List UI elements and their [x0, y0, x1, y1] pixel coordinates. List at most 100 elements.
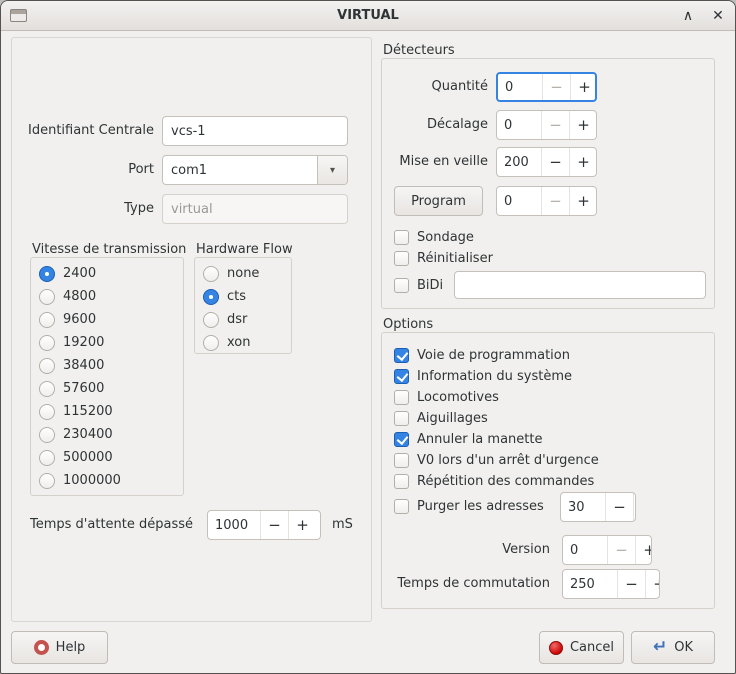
option-checkbox-row[interactable]: Annuler la manette — [382, 429, 542, 450]
minus-icon[interactable]: − — [541, 187, 569, 215]
hardware-flow-group-title: Hardware Flow — [196, 242, 293, 257]
identifiant-label: Identifiant Centrale — [12, 116, 154, 146]
minus-icon[interactable]: − — [260, 511, 288, 539]
commutation-value[interactable]: 250 — [563, 570, 617, 598]
close-button[interactable]: ✕ — [709, 8, 727, 24]
minus-icon[interactable]: − — [541, 148, 569, 176]
purger-value[interactable]: 30 — [561, 493, 605, 521]
hardware-flow-radio-option[interactable]: none — [195, 262, 291, 285]
port-label: Port — [12, 155, 154, 185]
checkbox-icon — [394, 278, 409, 293]
purger-spinbutton: 30 − + — [560, 492, 636, 522]
purger-checkbox[interactable]: Purger les adresses — [382, 496, 544, 517]
vitesse-group: Vitesse de transmission 2400 4800 9600 1… — [30, 242, 184, 496]
vitesse-radio-option[interactable]: 4800 — [31, 285, 183, 308]
help-icon — [34, 640, 49, 655]
options-group-title: Options — [383, 317, 433, 332]
decalage-value[interactable]: 0 — [497, 111, 541, 139]
cancel-button[interactable]: Cancel — [539, 631, 624, 664]
checkbox-label: Réinitialiser — [417, 251, 493, 266]
plus-icon[interactable]: + — [645, 570, 660, 598]
vitesse-radio-option[interactable]: 57600 — [31, 377, 183, 400]
plus-icon[interactable]: + — [569, 148, 597, 176]
commutation-spinbutton: 250 − + — [562, 569, 660, 599]
timeout-unit-label: mS — [332, 510, 368, 540]
cancel-icon — [549, 641, 563, 655]
help-button[interactable]: Help — [11, 631, 108, 664]
radio-icon — [203, 312, 219, 328]
vitesse-radio-option[interactable]: 1000000 — [31, 469, 183, 492]
option-checkbox-row[interactable]: Voie de programmation — [382, 345, 570, 366]
plus-icon[interactable]: + — [569, 111, 597, 139]
vitesse-group-box: 2400 4800 9600 19200 38400 57600 115200 … — [30, 257, 184, 496]
chevron-down-icon: ▾ — [330, 165, 335, 176]
hardware-flow-radio-option[interactable]: dsr — [195, 308, 291, 331]
ok-button[interactable]: ↵ OK — [631, 631, 715, 664]
dialog-window: VIRTUAL ∧ ✕ Identifiant Centrale vcs-1 P… — [0, 0, 736, 674]
program-button[interactable]: Program — [394, 186, 483, 216]
hardware-flow-group: Hardware Flow none cts dsr xon — [194, 242, 292, 354]
minus-icon[interactable]: − — [605, 493, 633, 521]
radio-icon — [39, 427, 55, 443]
bidi-checkbox[interactable]: BiDi — [382, 275, 443, 296]
radio-label: dsr — [227, 312, 247, 327]
minimize-button[interactable]: ∧ — [679, 8, 697, 24]
vitesse-radio-option[interactable]: 2400 — [31, 262, 183, 285]
titlebar-controls: ∧ ✕ — [679, 1, 727, 31]
vitesse-radio-option[interactable]: 19200 — [31, 331, 183, 354]
checkbox-icon — [394, 474, 409, 489]
vitesse-group-title: Vitesse de transmission — [32, 242, 186, 257]
option-checkbox-row[interactable]: Information du système — [382, 366, 572, 387]
vitesse-radio-option[interactable]: 500000 — [31, 446, 183, 469]
option-checkbox-row[interactable]: Aiguillages — [382, 408, 488, 429]
radio-icon — [203, 266, 219, 282]
version-spinbutton: 0 − + — [562, 535, 652, 565]
bidi-input[interactable] — [454, 271, 706, 299]
timeout-value[interactable]: 1000 — [208, 511, 260, 539]
plus-icon[interactable]: + — [570, 74, 597, 100]
reinitialiser-checkbox[interactable]: Réinitialiser — [382, 248, 493, 269]
version-value[interactable]: 0 — [563, 536, 607, 564]
program-button-label: Program — [411, 194, 466, 209]
timeout-label: Temps d'attente dépassé — [30, 510, 202, 540]
plus-icon[interactable]: + — [635, 536, 652, 564]
plus-icon[interactable]: + — [633, 493, 636, 521]
radio-label: 4800 — [63, 289, 96, 304]
identifiant-input[interactable]: vcs-1 — [162, 116, 348, 146]
detecteurs-group: Détecteurs Quantité 0 − + Décalage 0 − +… — [381, 43, 715, 309]
detecteurs-group-title: Détecteurs — [383, 43, 455, 58]
vitesse-radio-option[interactable]: 9600 — [31, 308, 183, 331]
checkbox-icon — [394, 411, 409, 426]
option-checkbox-row[interactable]: Répétition des commandes — [382, 471, 594, 492]
port-dropdown-button[interactable]: ▾ — [317, 156, 347, 184]
mise-en-veille-value[interactable]: 200 — [497, 148, 541, 176]
titlebar[interactable]: VIRTUAL ∧ ✕ — [1, 1, 735, 31]
checkbox-label: Voie de programmation — [417, 348, 570, 363]
port-combobox[interactable]: com1 ▾ — [162, 155, 348, 185]
checkbox-label: Aiguillages — [417, 411, 488, 426]
radio-icon — [39, 335, 55, 351]
plus-icon[interactable]: + — [569, 187, 597, 215]
minus-icon[interactable]: − — [607, 536, 635, 564]
hardware-flow-radio-option[interactable]: xon — [195, 331, 291, 354]
radio-label: xon — [227, 335, 251, 350]
radio-icon — [39, 381, 55, 397]
vitesse-radio-option[interactable]: 230400 — [31, 423, 183, 446]
quantite-value[interactable]: 0 — [498, 74, 542, 100]
option-checkbox-row[interactable]: V0 lors d'un arrêt d'urgence — [382, 450, 599, 471]
vitesse-radio-option[interactable]: 38400 — [31, 354, 183, 377]
program-value[interactable]: 0 — [497, 187, 541, 215]
minus-icon[interactable]: − — [542, 74, 570, 100]
sondage-checkbox[interactable]: Sondage — [382, 227, 474, 248]
minus-icon[interactable]: − — [617, 570, 645, 598]
cancel-button-label: Cancel — [570, 640, 614, 655]
option-checkbox-row[interactable]: Locomotives — [382, 387, 499, 408]
quantite-spinbutton: 0 − + — [496, 72, 597, 102]
minus-icon[interactable]: − — [541, 111, 569, 139]
checkbox-checked-icon — [394, 348, 409, 363]
radio-label: 9600 — [63, 312, 96, 327]
plus-icon[interactable]: + — [288, 511, 316, 539]
vitesse-radio-option[interactable]: 115200 — [31, 400, 183, 423]
checkbox-checked-icon — [394, 432, 409, 447]
hardware-flow-radio-option[interactable]: cts — [195, 285, 291, 308]
